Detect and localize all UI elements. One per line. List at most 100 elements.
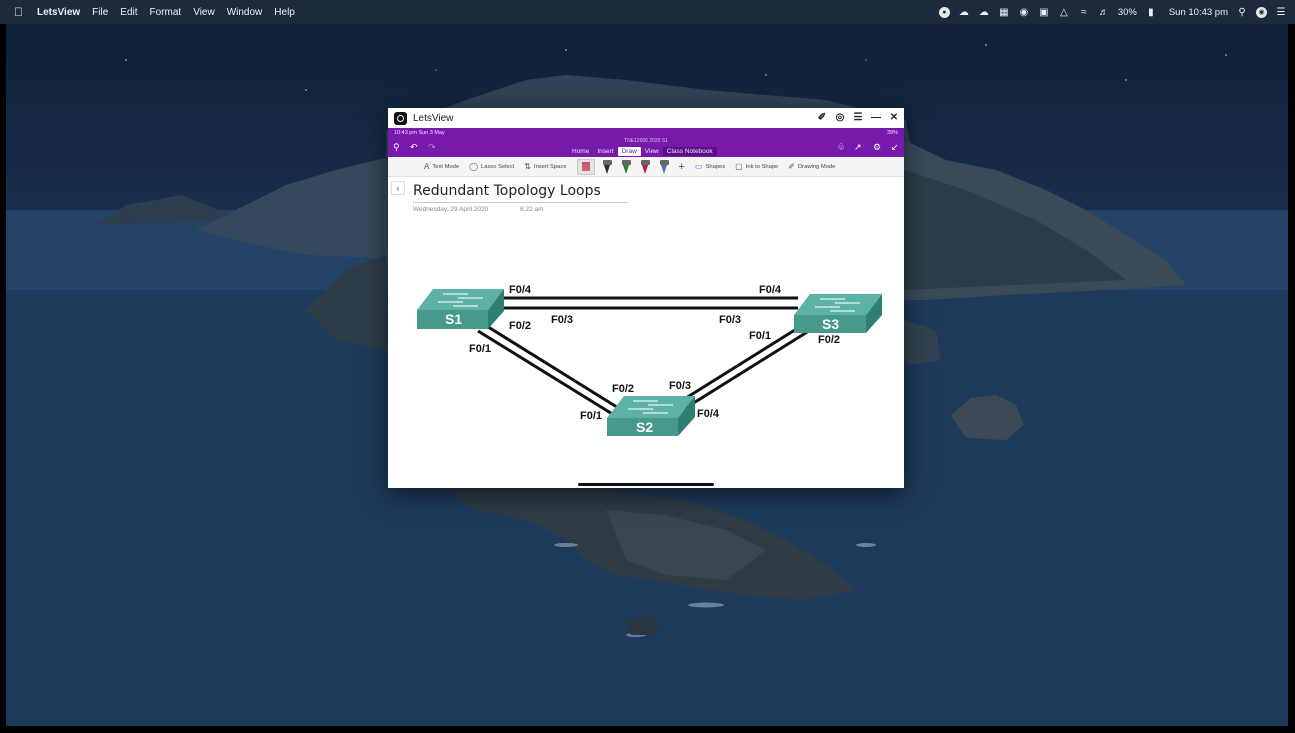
drawing-mode-button[interactable]: ✐ Drawing Mode xyxy=(788,162,835,171)
ipad-status-bar: 10:43 pm Sun 3 May 39% xyxy=(388,128,904,137)
window-title-bar[interactable]: LetsView ✐ ◎ ☰ — ✕ xyxy=(388,108,904,128)
ink-to-shape-label: Ink to Shape xyxy=(745,163,779,170)
port-label: F0/1 xyxy=(749,330,771,342)
record-screen-icon[interactable]: ◎ xyxy=(834,111,846,124)
letsview-logo-icon xyxy=(394,111,407,125)
pen-green[interactable] xyxy=(621,159,631,174)
collapse-icon[interactable]: ↙ xyxy=(891,142,899,153)
home-indicator[interactable] xyxy=(578,483,714,486)
menu-file[interactable]: File xyxy=(92,7,108,18)
siri-icon[interactable]: ◉ xyxy=(1256,6,1267,18)
draw-toolbar: A Text Mode ◯ Lasso Select ⇅ Insert Spac… xyxy=(388,157,904,177)
link-s1-s2-f02 xyxy=(484,323,621,411)
share-icon[interactable]: ↗ xyxy=(854,142,862,153)
battery-percent: 30% xyxy=(1117,6,1137,18)
ink-to-shape-icon: ▢ xyxy=(735,162,743,171)
undo-icon[interactable]: ↶ xyxy=(410,142,418,153)
shapes-icon: ▭ xyxy=(694,162,703,171)
creative-cloud-icon[interactable]: ☁ xyxy=(958,6,970,18)
tab-insert[interactable]: Insert xyxy=(593,147,617,156)
notification-center-icon[interactable]: ☰ xyxy=(1275,6,1287,18)
eraser-color-selector[interactable] xyxy=(576,158,595,175)
mac-menu-bar:  LetsView File Edit Format View Window … xyxy=(0,0,1295,24)
drawing-mode-label: Drawing Mode xyxy=(798,163,836,170)
search-icon[interactable]: ⚲ xyxy=(393,142,400,153)
cloud-upload-icon[interactable]: ☁ xyxy=(978,6,990,18)
text-mode-label: Text Mode xyxy=(432,163,460,170)
switch-s1-label: S1 xyxy=(445,311,462,327)
pen-dark[interactable] xyxy=(602,159,612,174)
menu-format[interactable]: Format xyxy=(150,7,182,18)
port-label: F0/3 xyxy=(551,314,573,326)
close-button[interactable]: ✕ xyxy=(888,111,900,124)
brush-icon[interactable]: ✐ xyxy=(816,111,828,124)
record-icon[interactable]: ● xyxy=(938,6,950,18)
pen-red[interactable] xyxy=(640,159,650,174)
switch-s1[interactable]: S1 xyxy=(417,289,504,329)
tab-class-notebook[interactable]: Class Notebook xyxy=(662,147,717,156)
menu-icon[interactable]: ☰ xyxy=(852,111,864,124)
lasso-icon: ◯ xyxy=(469,162,479,171)
switch-s3[interactable]: S3 xyxy=(794,294,882,333)
shapes-label: Shapes xyxy=(705,163,726,170)
ipad-time: 10:43 pm Sun 3 May xyxy=(394,129,445,136)
port-label: F0/1 xyxy=(469,343,491,355)
link-s2-s3-f04 xyxy=(683,327,813,411)
port-label: F0/4 xyxy=(697,408,720,420)
notebook-name: TNE12006 2020 S1 xyxy=(624,138,668,144)
highlighter[interactable] xyxy=(659,159,669,174)
tab-view[interactable]: View xyxy=(641,147,663,156)
text-mode-button[interactable]: A Text Mode xyxy=(424,162,459,171)
port-label: F0/2 xyxy=(509,320,531,332)
drawing-mode-icon: ✐ xyxy=(788,162,795,171)
tab-draw[interactable]: Draw xyxy=(617,147,641,156)
link-s1-s2-f01 xyxy=(477,329,615,417)
menu-bar-status-area: ● ☁ ☁ ▦ ◉ ▣ △ ≈ ♬ 30% ▮ Sun 10:43 pm ⚲ ◉… xyxy=(938,0,1287,24)
onenote-ribbon: TNE12006 2020 S1 ⚲ ↶ ↷ Home Insert Draw … xyxy=(388,137,904,157)
lasso-select-button[interactable]: ◯ Lasso Select xyxy=(469,162,514,171)
tab-home[interactable]: Home xyxy=(568,147,593,156)
note-page[interactable]: ‹ Redundant Topology Loops Wednesday, 29… xyxy=(388,177,904,488)
link-s2-s3-f03 xyxy=(677,321,807,405)
add-pen-icon[interactable]: + xyxy=(679,161,685,173)
shapes-button[interactable]: ▭ Shapes xyxy=(695,162,725,171)
topology-diagram: S1 S3 S2 F0/4 F0/3 F0/2 F0/1 F0/4 F0/3 F… xyxy=(417,284,882,436)
switch-s3-label: S3 xyxy=(822,316,839,332)
app-menu[interactable]: LetsView xyxy=(37,7,80,18)
port-label: F0/2 xyxy=(818,334,840,346)
globe-icon[interactable]: ◉ xyxy=(1018,6,1030,18)
bell-icon[interactable]: ♧ xyxy=(837,142,845,153)
menu-window[interactable]: Window xyxy=(227,7,263,18)
switch-s2-label: S2 xyxy=(636,419,653,435)
insert-space-label: Insert Space xyxy=(533,163,567,170)
volume-icon[interactable]: ♬ xyxy=(1098,6,1110,18)
port-label: F0/4 xyxy=(759,284,782,296)
window-title: LetsView xyxy=(413,112,454,124)
clipboard-icon[interactable]: ▦ xyxy=(998,6,1010,18)
port-label: F0/3 xyxy=(719,314,741,326)
redo-icon[interactable]: ↷ xyxy=(428,142,436,153)
apple-menu-icon[interactable]:  xyxy=(14,5,23,19)
lasso-select-label: Lasso Select xyxy=(481,163,515,170)
letsview-window: LetsView ✐ ◎ ☰ — ✕ 10:43 pm Sun 3 May 39… xyxy=(388,108,904,488)
menu-view[interactable]: View xyxy=(193,7,215,18)
port-label: F0/1 xyxy=(580,410,602,422)
ribbon-tabs: Home Insert Draw View Class Notebook xyxy=(568,147,717,156)
ipad-battery: 39% xyxy=(886,129,898,136)
wifi-icon[interactable]: ≈ xyxy=(1078,6,1090,18)
insert-space-button[interactable]: ⇅ Insert Space xyxy=(524,162,566,171)
airplay-icon[interactable]: △ xyxy=(1058,6,1070,18)
ink-to-shape-button[interactable]: ▢ Ink to Shape xyxy=(735,162,778,171)
switch-s2[interactable]: S2 xyxy=(607,396,695,436)
port-label: F0/4 xyxy=(509,284,532,296)
menu-edit[interactable]: Edit xyxy=(120,7,137,18)
spotlight-search-icon[interactable]: ⚲ xyxy=(1236,6,1248,18)
minimize-button[interactable]: — xyxy=(870,111,882,124)
menu-help[interactable]: Help xyxy=(274,7,295,18)
port-label: F0/3 xyxy=(669,380,691,392)
battery-icon[interactable]: ▮ xyxy=(1145,6,1157,18)
display-icon[interactable]: ▣ xyxy=(1038,6,1050,18)
menu-bar-clock[interactable]: Sun 10:43 pm xyxy=(1169,7,1228,18)
desktop:  LetsView File Edit Format View Window … xyxy=(0,0,1295,733)
settings-icon[interactable]: ⚙ xyxy=(873,142,881,153)
